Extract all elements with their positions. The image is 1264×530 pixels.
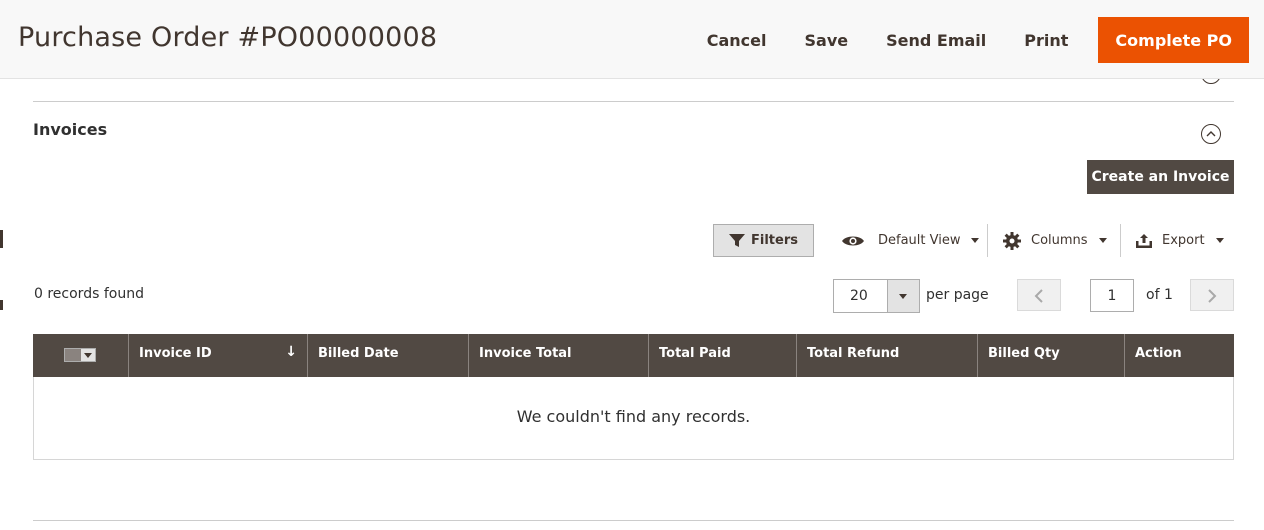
eye-icon <box>842 236 864 245</box>
section-divider <box>33 520 1234 521</box>
header-layer: Purchase Order #PO00000008 Cancel Save S… <box>0 0 1264 79</box>
filter-icon <box>729 233 745 247</box>
column-header-total-paid[interactable]: Total Paid <box>648 334 796 377</box>
chevron-right-icon <box>1208 289 1217 303</box>
column-header-invoice-total[interactable]: Invoice Total <box>468 334 648 377</box>
column-header-billed-date[interactable]: Billed Date <box>307 334 468 377</box>
filters-button[interactable]: Filters <box>713 224 814 257</box>
sort-arrow-icon: ↓ <box>285 344 297 360</box>
columns-label: Columns <box>1031 233 1088 248</box>
next-page-button[interactable] <box>1190 279 1234 311</box>
page-title-overlay: Purchase Order #PO00000008 <box>18 22 438 53</box>
empty-grid-message: We couldn't find any records. <box>516 407 751 426</box>
grid-header: Invoice ID ↓ Billed Date Invoice Total T… <box>33 334 1234 377</box>
create-invoice-button[interactable]: Create an Invoice <box>1087 160 1234 194</box>
chevron-down-icon <box>84 353 92 358</box>
per-page-toggle[interactable] <box>887 280 919 312</box>
column-header-label: Total Refund <box>807 346 900 361</box>
column-header-invoice-id[interactable]: Invoice ID ↓ <box>128 334 307 377</box>
default-view-dropdown[interactable]: Default View <box>841 224 980 257</box>
invoices-grid: Invoice ID ↓ Billed Date Invoice Total T… <box>33 334 1234 460</box>
column-header-billed-qty[interactable]: Billed Qty <box>977 334 1124 377</box>
column-header-label: Invoice Total <box>479 346 572 361</box>
toolbar-separator <box>1120 224 1121 257</box>
print-button[interactable]: Print <box>1005 17 1087 63</box>
previous-page-button[interactable] <box>1017 279 1061 311</box>
chevron-down-icon <box>1098 238 1107 243</box>
toolbar-separator <box>987 224 988 257</box>
column-header-label: Action <box>1135 346 1182 361</box>
default-view-label: Default View <box>878 233 961 248</box>
chevron-down-icon <box>899 294 907 299</box>
export-dropdown[interactable]: Export <box>1135 224 1224 257</box>
save-button[interactable]: Save <box>786 17 868 63</box>
export-icon <box>1136 233 1152 248</box>
section-title-invoices: Invoices <box>33 120 108 139</box>
column-header-total-refund[interactable]: Total Refund <box>796 334 977 377</box>
chevron-down-icon <box>1215 238 1224 243</box>
complete-po-button[interactable]: Complete PO <box>1098 17 1249 63</box>
page-count: of 1 <box>1146 287 1173 303</box>
header-actions-overlay: Cancel Save Send Email Print Complete PO <box>688 17 1249 63</box>
per-page-select[interactable]: 20 <box>833 279 920 313</box>
filters-label: Filters <box>751 233 798 248</box>
column-header-label: Billed Qty <box>988 346 1060 361</box>
left-edge-mark <box>0 300 3 310</box>
column-header-label: Total Paid <box>659 346 731 361</box>
records-found: 0 records found <box>34 286 144 302</box>
mass-action-column <box>33 334 128 377</box>
per-page-value: 20 <box>850 288 868 304</box>
send-email-button[interactable]: Send Email <box>867 17 1005 63</box>
columns-dropdown[interactable]: Columns <box>1003 224 1107 257</box>
column-header-label: Billed Date <box>318 346 399 361</box>
cancel-button[interactable]: Cancel <box>688 17 786 63</box>
gear-icon <box>1003 231 1021 250</box>
per-page-label: per page <box>926 287 989 303</box>
left-edge-mark <box>0 230 3 248</box>
chevron-left-icon <box>1034 289 1043 303</box>
export-label: Export <box>1162 233 1205 248</box>
page-number-input[interactable] <box>1090 279 1134 312</box>
column-header-action: Action <box>1124 334 1234 377</box>
chevron-down-icon <box>971 238 980 243</box>
mass-select-dropdown[interactable] <box>64 348 96 362</box>
section-divider <box>33 101 1234 102</box>
column-header-label: Invoice ID <box>139 346 212 361</box>
collapse-icon[interactable] <box>1201 124 1221 144</box>
purchase-order-page: Purchase Order #PO00000008 Cancel Save S… <box>0 0 1264 530</box>
